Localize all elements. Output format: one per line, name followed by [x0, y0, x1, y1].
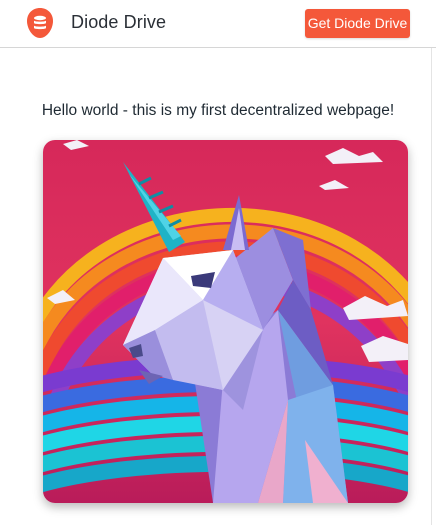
top-navbar: Diode Drive Get Diode Drive	[0, 0, 436, 48]
brand-name[interactable]: Diode Drive	[71, 12, 166, 33]
get-diode-drive-button[interactable]: Get Diode Drive	[305, 9, 410, 38]
diode-logo-icon[interactable]	[27, 8, 53, 38]
page-headline: Hello world - this is my first decentral…	[41, 102, 395, 119]
unicorn-rainbow-image	[43, 140, 408, 503]
